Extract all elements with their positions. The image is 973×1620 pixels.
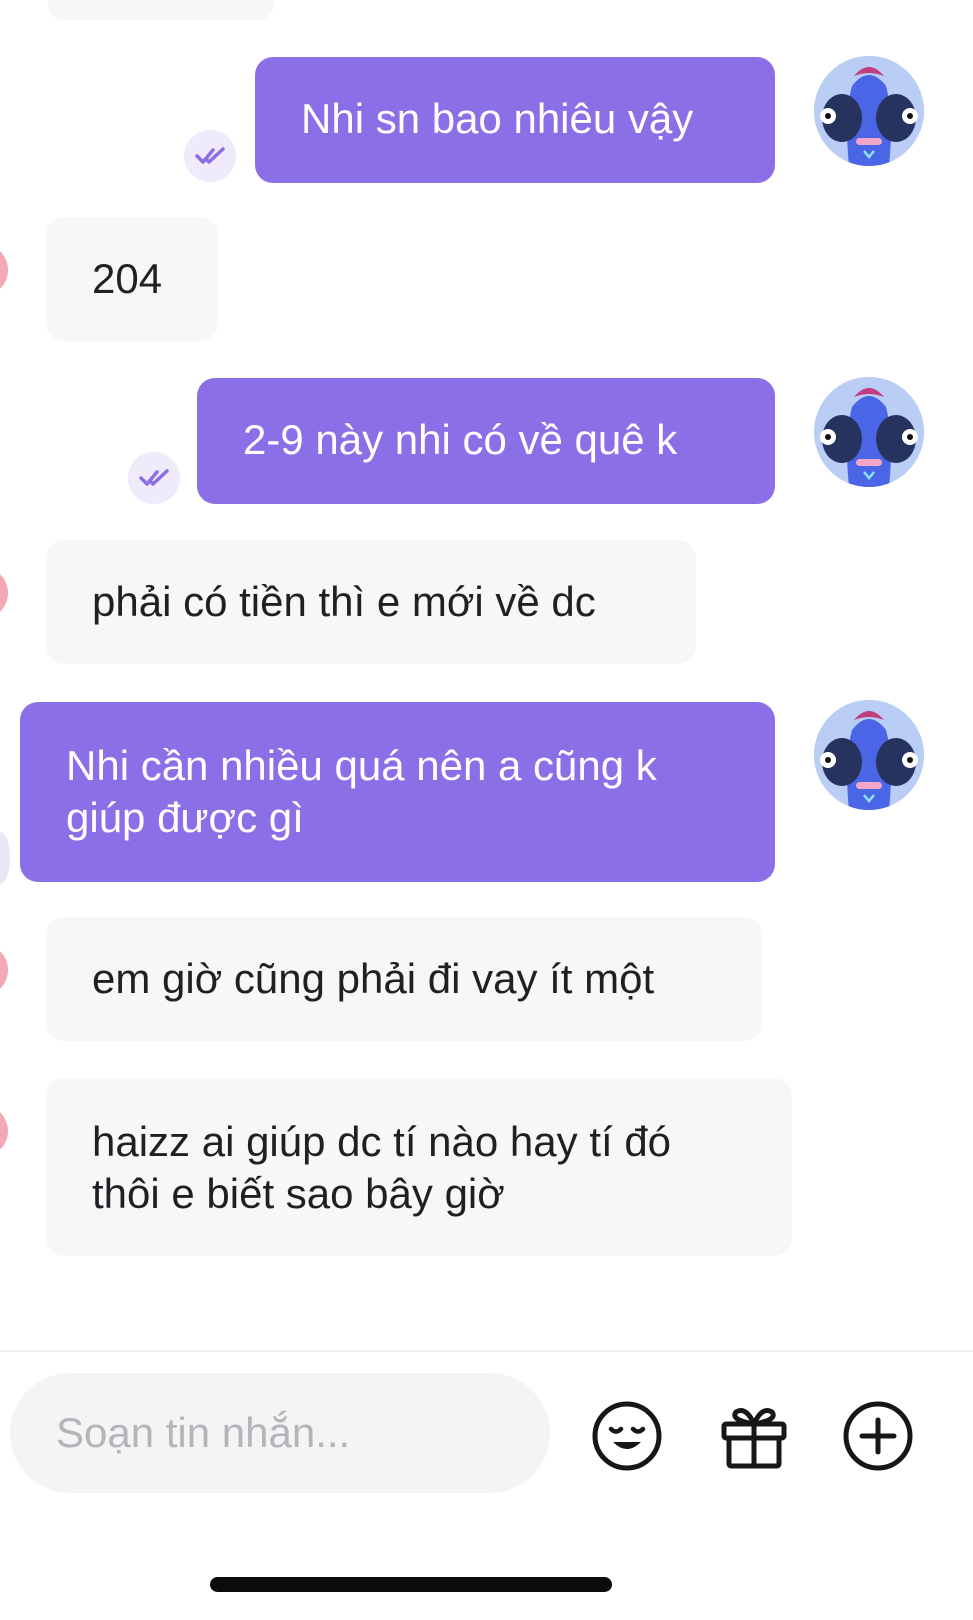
outgoing-message[interactable]: 2-9 này nhi có về quê k bbox=[197, 378, 775, 504]
message-text: 204 bbox=[92, 255, 163, 302]
smile-emoji-icon bbox=[592, 1401, 662, 1471]
peer-avatar[interactable] bbox=[0, 567, 8, 619]
incoming-message[interactable]: phải có tiền thì e mới về dc bbox=[46, 540, 696, 664]
message-text: haizz ai giúp dc tí nào hay tí đó thôi e… bbox=[92, 1118, 672, 1217]
composer-divider bbox=[0, 1350, 973, 1352]
incoming-message[interactable]: haizz ai giúp dc tí nào hay tí đó thôi e… bbox=[46, 1078, 792, 1256]
message-input[interactable] bbox=[10, 1373, 550, 1493]
plus-circle-icon bbox=[843, 1401, 913, 1471]
incoming-message[interactable]: em giờ cũng phải đi vay ít một bbox=[46, 917, 762, 1041]
home-indicator[interactable] bbox=[210, 1577, 612, 1592]
emoji-button[interactable] bbox=[589, 1398, 665, 1474]
peer-avatar[interactable] bbox=[0, 832, 10, 884]
message-text: phải có tiền thì e mới về dc bbox=[92, 578, 596, 625]
peer-avatar[interactable] bbox=[0, 944, 8, 996]
message-text: Nhi cần nhiều quá nên a cũng k giúp được… bbox=[66, 742, 657, 841]
avatar[interactable] bbox=[814, 377, 924, 487]
previous-message-bubble bbox=[48, 0, 274, 20]
read-receipt-icon bbox=[184, 130, 236, 182]
message-text: 2-9 này nhi có về quê k bbox=[243, 416, 678, 463]
avatar[interactable] bbox=[814, 56, 924, 166]
gift-button[interactable] bbox=[716, 1398, 792, 1474]
avatar[interactable] bbox=[814, 700, 924, 810]
message-text: Nhi sn bao nhiêu vậy bbox=[301, 95, 694, 142]
peer-avatar[interactable] bbox=[0, 244, 8, 296]
outgoing-message[interactable]: Nhi sn bao nhiêu vậy bbox=[255, 57, 775, 183]
peer-avatar[interactable] bbox=[0, 1105, 8, 1157]
add-attachment-button[interactable] bbox=[840, 1398, 916, 1474]
gift-icon bbox=[721, 1408, 787, 1469]
message-list[interactable]: Nhi sn bao nhiêu vậy 204 2-9 này nhi có … bbox=[0, 0, 973, 1350]
read-receipt-icon bbox=[128, 452, 180, 504]
outgoing-message[interactable]: Nhi cần nhiều quá nên a cũng k giúp được… bbox=[20, 702, 775, 882]
incoming-message[interactable]: 204 bbox=[46, 217, 218, 341]
message-text: em giờ cũng phải đi vay ít một bbox=[92, 955, 655, 1002]
